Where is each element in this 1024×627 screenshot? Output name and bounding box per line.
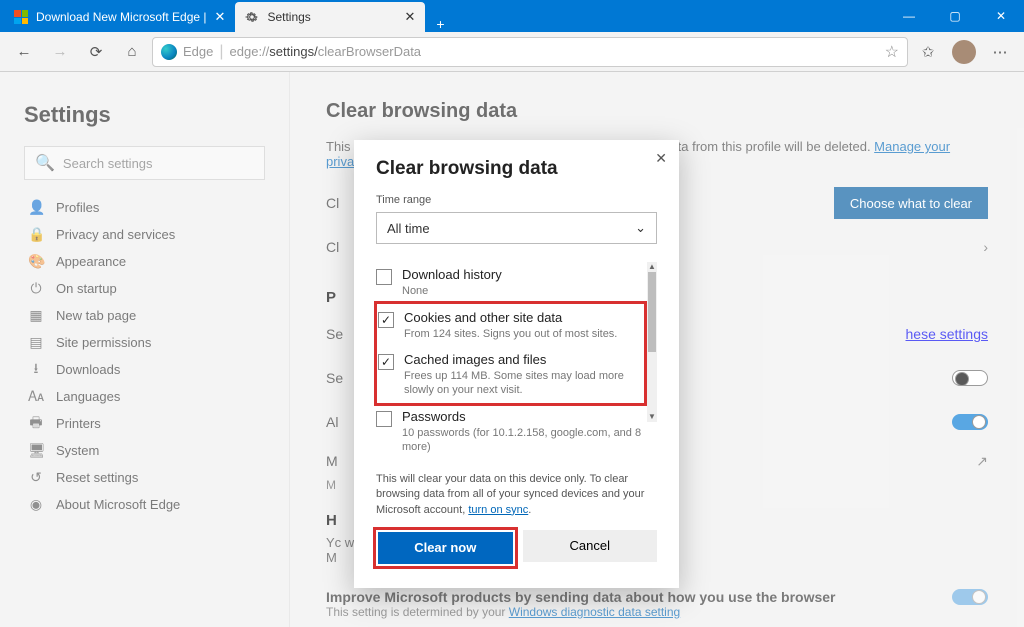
- chevron-down-icon: ⌄: [635, 220, 646, 236]
- check-item[interactable]: Download history None: [376, 262, 645, 303]
- favorite-star-icon[interactable]: ☆: [885, 42, 899, 62]
- check-subtitle: 10 passwords (for 10.1.2.158, google.com…: [402, 426, 645, 455]
- check-title: Download history: [402, 267, 502, 282]
- time-range-value: All time: [387, 221, 430, 236]
- new-tab-button[interactable]: +: [425, 16, 455, 32]
- scroll-thumb[interactable]: [648, 272, 656, 352]
- highlighted-checks: ✓ Cookies and other site data From 124 sit…: [376, 303, 645, 404]
- close-tab-icon[interactable]: ✕: [405, 9, 416, 25]
- tab-active[interactable]: Settings ✕: [235, 2, 425, 32]
- time-range-select[interactable]: All time ⌄: [376, 212, 657, 244]
- forward-button[interactable]: →: [44, 36, 76, 68]
- checkbox[interactable]: [376, 269, 392, 285]
- edge-icon: [161, 44, 177, 60]
- checkbox[interactable]: ✓: [378, 312, 394, 328]
- tab-inactive[interactable]: Download New Microsoft Edge | ✕: [4, 2, 235, 32]
- profile-avatar[interactable]: [952, 40, 976, 64]
- dialog-buttons: Clear now Cancel: [376, 530, 657, 566]
- check-subtitle: Frees up 114 MB. Some sites may load mor…: [404, 369, 643, 398]
- favorites-button[interactable]: ✩: [912, 36, 944, 68]
- close-tab-icon[interactable]: ✕: [215, 9, 226, 25]
- check-title: Cookies and other site data: [404, 310, 617, 325]
- browser-toolbar: ← → ⟳ ⌂ Edge | edge://settings/clearBrow…: [0, 32, 1024, 72]
- address-url: edge://settings/clearBrowserData: [230, 44, 422, 59]
- dialog-note: This will clear your data on this device…: [376, 472, 657, 518]
- scroll-down-arrow[interactable]: ▼: [647, 412, 657, 422]
- window-controls: — ▢ ✕: [886, 0, 1024, 32]
- checklist: ▲ ▼ Download history None ✓ Cookies and oth…: [376, 262, 657, 460]
- window-titlebar: Download New Microsoft Edge | ✕ Settings…: [0, 0, 1024, 32]
- cancel-button[interactable]: Cancel: [523, 530, 658, 562]
- close-dialog-button[interactable]: ✕: [655, 150, 667, 167]
- check-title: Passwords: [402, 409, 645, 424]
- gear-icon: [245, 10, 259, 24]
- address-bar[interactable]: Edge | edge://settings/clearBrowserData …: [152, 37, 908, 67]
- check-title: Cached images and files: [404, 352, 643, 367]
- home-button[interactable]: ⌂: [116, 36, 148, 68]
- tab-title: Settings: [267, 10, 310, 24]
- time-range-label: Time range: [376, 194, 657, 206]
- refresh-button[interactable]: ⟳: [80, 36, 112, 68]
- checkbox[interactable]: [376, 411, 392, 427]
- menu-button[interactable]: ⋯: [984, 36, 1016, 68]
- tab-strip: Download New Microsoft Edge | ✕ Settings…: [0, 0, 455, 32]
- clear-browsing-data-dialog: ✕ Clear browsing data Time range All tim…: [354, 140, 679, 588]
- tab-title: Download New Microsoft Edge |: [36, 10, 207, 24]
- check-subtitle: None: [402, 284, 502, 298]
- check-item[interactable]: Passwords 10 passwords (for 10.1.2.158, g…: [376, 404, 645, 460]
- check-subtitle: From 124 sites. Signs you out of most si…: [404, 327, 617, 341]
- close-window-button[interactable]: ✕: [978, 0, 1024, 32]
- scroll-up-arrow[interactable]: ▲: [647, 262, 657, 272]
- back-button[interactable]: ←: [8, 36, 40, 68]
- address-identity: Edge: [183, 44, 213, 59]
- checkbox[interactable]: ✓: [378, 354, 394, 370]
- scrollbar[interactable]: ▲ ▼: [647, 262, 657, 422]
- dialog-title: Clear browsing data: [376, 158, 657, 180]
- microsoft-icon: [14, 10, 28, 24]
- check-item[interactable]: ✓ Cached images and files Frees up 114 MB.…: [378, 347, 643, 403]
- clear-now-button[interactable]: Clear now: [378, 532, 513, 564]
- maximize-button[interactable]: ▢: [932, 0, 978, 32]
- turn-on-sync-link[interactable]: turn on sync: [468, 504, 528, 516]
- minimize-button[interactable]: —: [886, 0, 932, 32]
- check-item[interactable]: ✓ Cookies and other site data From 124 sit…: [378, 305, 643, 346]
